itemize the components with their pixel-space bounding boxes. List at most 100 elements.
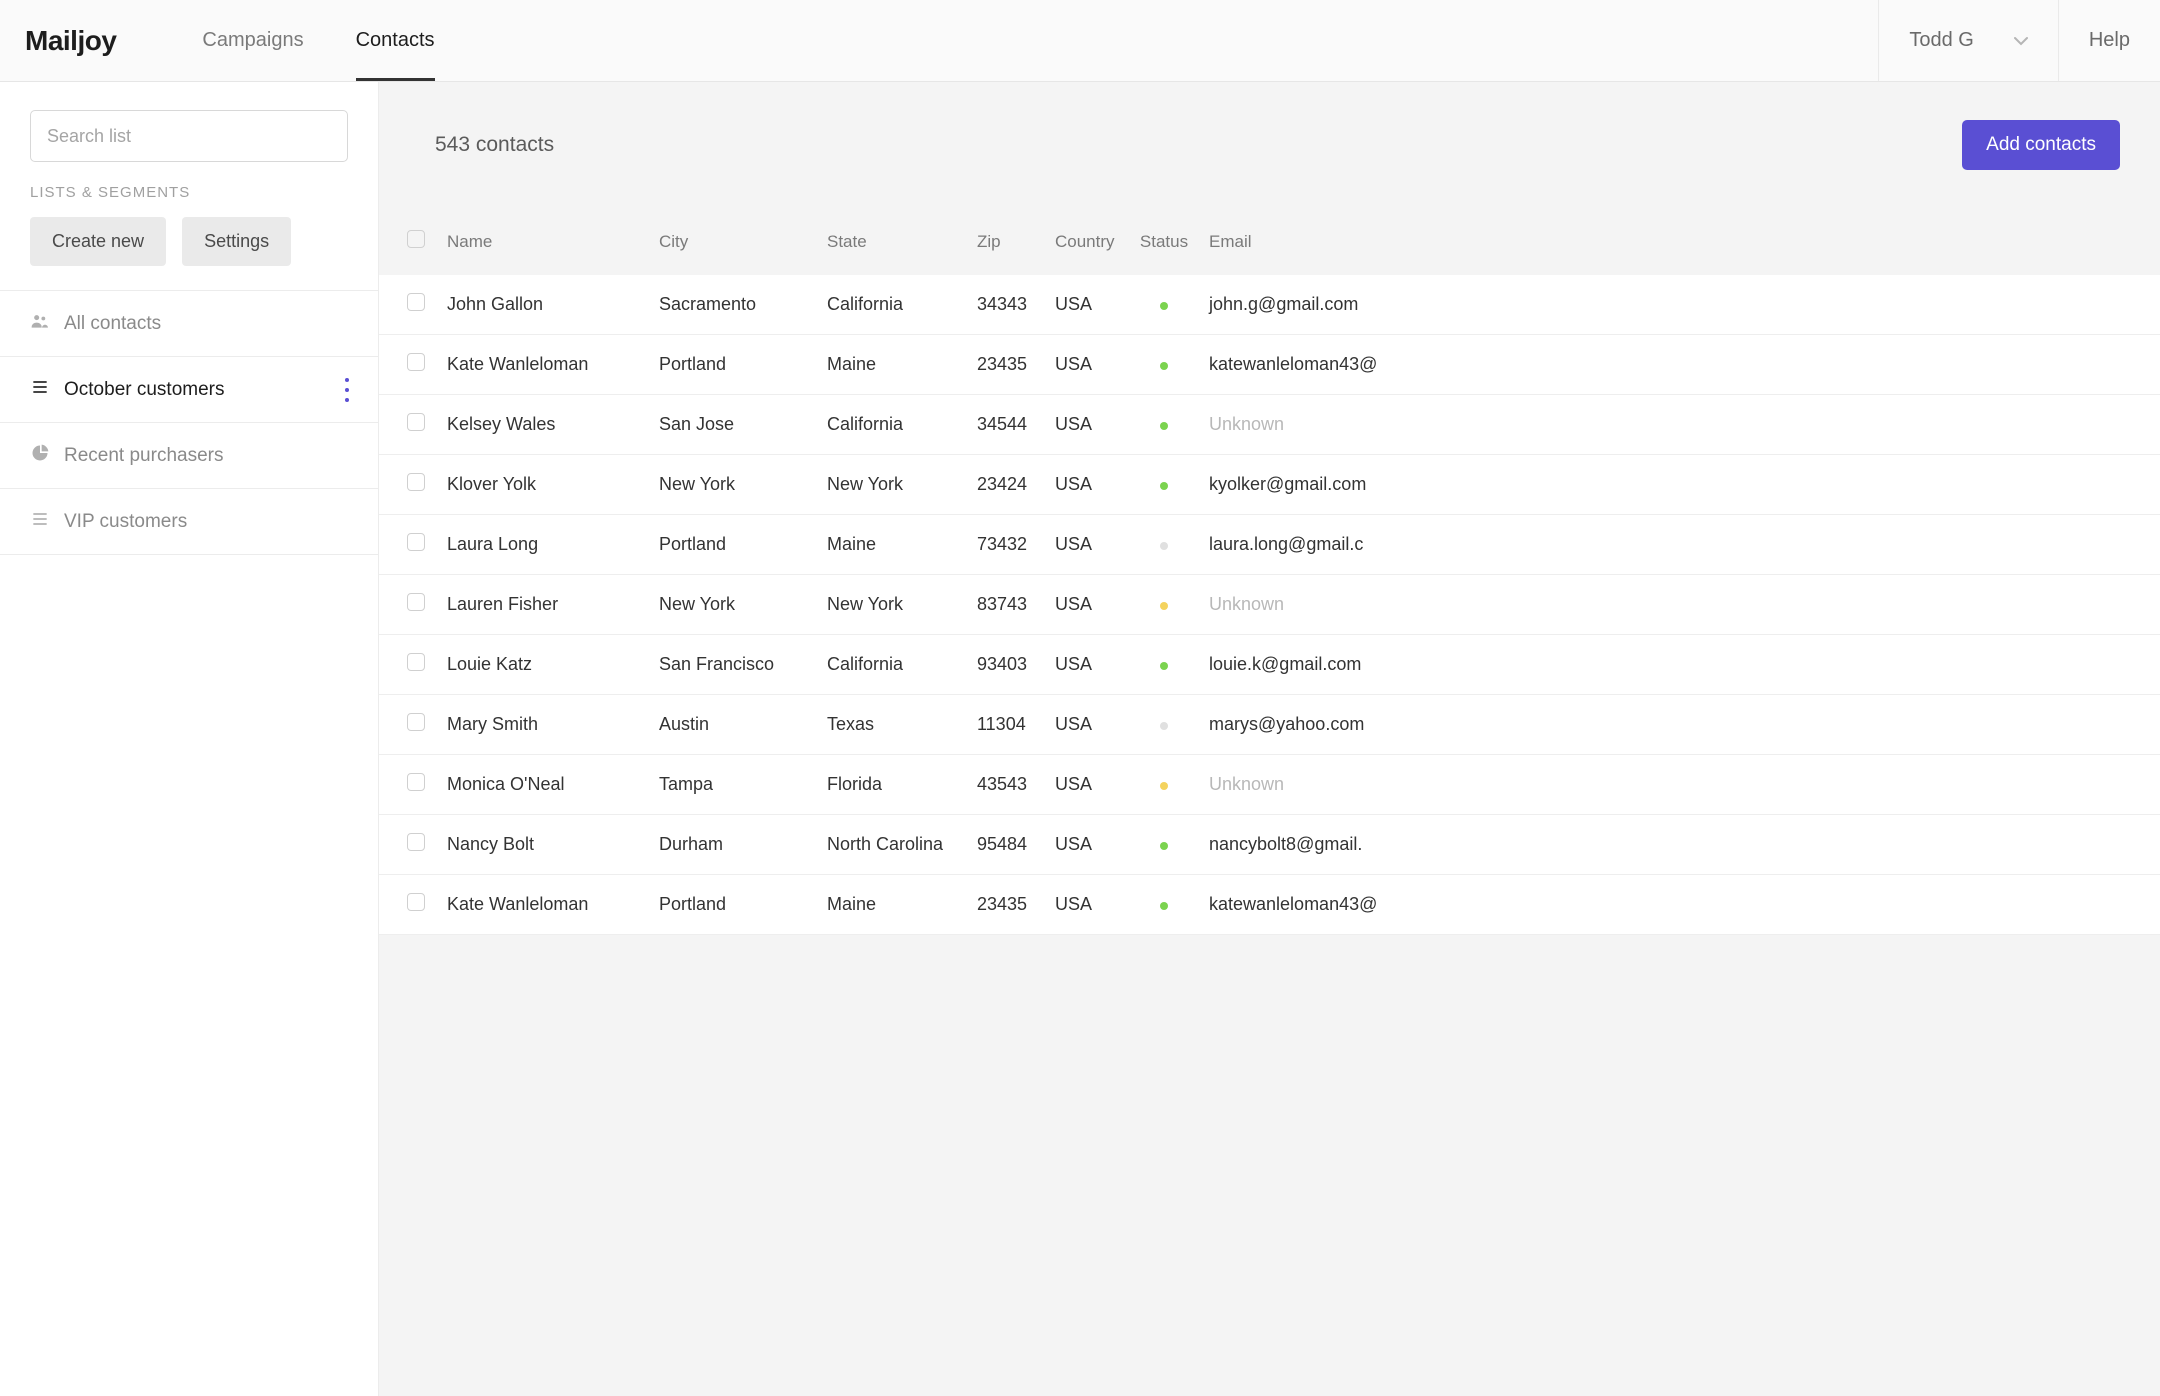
sidebar-item-october-customers[interactable]: October customers: [0, 357, 378, 423]
row-checkbox[interactable]: [407, 893, 425, 911]
select-all-checkbox[interactable]: [407, 230, 425, 248]
sidebar-item-recent-purchasers[interactable]: Recent purchasers: [0, 423, 378, 489]
more-icon[interactable]: [338, 378, 356, 402]
col-header-state[interactable]: State: [817, 212, 967, 275]
cell-country: USA: [1045, 515, 1129, 575]
chevron-down-icon: [2014, 29, 2028, 52]
status-dot-icon: [1160, 722, 1168, 730]
cell-status: [1129, 455, 1199, 515]
cell-state: Maine: [817, 875, 967, 935]
cell-name: Laura Long: [437, 515, 649, 575]
cell-state: California: [817, 635, 967, 695]
cell-zip: 23424: [967, 455, 1045, 515]
status-dot-icon: [1160, 362, 1168, 370]
table-row[interactable]: John GallonSacramentoCalifornia34343USAj…: [379, 275, 2160, 335]
list-icon: [30, 377, 50, 403]
cell-status: [1129, 275, 1199, 335]
sidebar-section-title: LISTS & SEGMENTS: [0, 184, 378, 217]
cell-status: [1129, 575, 1199, 635]
row-checkbox[interactable]: [407, 533, 425, 551]
user-menu[interactable]: Todd G: [1878, 0, 2057, 81]
row-checkbox[interactable]: [407, 593, 425, 611]
status-dot-icon: [1160, 422, 1168, 430]
status-dot-icon: [1160, 542, 1168, 550]
cell-status: [1129, 395, 1199, 455]
row-checkbox[interactable]: [407, 773, 425, 791]
sidebar-item-label: All contacts: [64, 313, 161, 335]
cell-name: Kelsey Wales: [437, 395, 649, 455]
sidebar-list: All contacts October customers Recent purc…: [0, 290, 378, 555]
cell-city: Tampa: [649, 755, 817, 815]
table-row[interactable]: Laura LongPortlandMaine73432USAlaura.lon…: [379, 515, 2160, 575]
cell-status: [1129, 875, 1199, 935]
cell-state: California: [817, 395, 967, 455]
search-input[interactable]: [30, 110, 348, 162]
cell-name: Kate Wanleloman: [437, 335, 649, 395]
cell-zip: 23435: [967, 335, 1045, 395]
sidebar-item-all-contacts[interactable]: All contacts: [0, 291, 378, 357]
add-contacts-button[interactable]: Add contacts: [1962, 120, 2120, 170]
row-checkbox[interactable]: [407, 833, 425, 851]
people-icon: [30, 311, 50, 337]
table-row[interactable]: Louie KatzSan FranciscoCalifornia93403US…: [379, 635, 2160, 695]
table-header-row: Name City State Zip Country Status Email: [379, 212, 2160, 275]
cell-city: Durham: [649, 815, 817, 875]
cell-city: Portland: [649, 875, 817, 935]
table-row[interactable]: Kate WanlelomanPortlandMaine23435USAkate…: [379, 335, 2160, 395]
cell-email: kyolker@gmail.com: [1199, 455, 2160, 515]
cell-zip: 34544: [967, 395, 1045, 455]
col-header-email[interactable]: Email: [1199, 212, 2160, 275]
nav-contacts[interactable]: Contacts: [330, 0, 461, 81]
cell-email: katewanleloman43@: [1199, 335, 2160, 395]
contacts-count: 543 contacts: [435, 133, 554, 157]
status-dot-icon: [1160, 662, 1168, 670]
sidebar-item-vip-customers[interactable]: VIP customers: [0, 489, 378, 555]
row-checkbox[interactable]: [407, 473, 425, 491]
table-row[interactable]: Monica O'NealTampaFlorida43543USAUnknown: [379, 755, 2160, 815]
help-link[interactable]: Help: [2058, 0, 2160, 81]
col-header-name[interactable]: Name: [437, 212, 649, 275]
col-header-zip[interactable]: Zip: [967, 212, 1045, 275]
row-checkbox[interactable]: [407, 413, 425, 431]
cell-name: Mary Smith: [437, 695, 649, 755]
cell-email: louie.k@gmail.com: [1199, 635, 2160, 695]
table-row[interactable]: Lauren FisherNew YorkNew York83743USAUnk…: [379, 575, 2160, 635]
col-header-country[interactable]: Country: [1045, 212, 1129, 275]
status-dot-icon: [1160, 902, 1168, 910]
table-row[interactable]: Kelsey WalesSan JoseCalifornia34544USAUn…: [379, 395, 2160, 455]
pie-icon: [30, 443, 50, 469]
row-checkbox[interactable]: [407, 353, 425, 371]
list-icon: [30, 509, 50, 535]
status-dot-icon: [1160, 302, 1168, 310]
cell-state: Maine: [817, 515, 967, 575]
cell-status: [1129, 515, 1199, 575]
cell-zip: 43543: [967, 755, 1045, 815]
row-checkbox[interactable]: [407, 653, 425, 671]
topbar: Mailjoy Campaigns Contacts Todd G Help: [0, 0, 2160, 82]
nav-campaigns[interactable]: Campaigns: [176, 0, 329, 81]
col-header-status[interactable]: Status: [1129, 212, 1199, 275]
col-header-city[interactable]: City: [649, 212, 817, 275]
cell-zip: 11304: [967, 695, 1045, 755]
cell-status: [1129, 695, 1199, 755]
table-row[interactable]: Mary SmithAustinTexas11304USAmarys@yahoo…: [379, 695, 2160, 755]
table-row[interactable]: Klover YolkNew YorkNew York23424USAkyolk…: [379, 455, 2160, 515]
cell-city: San Francisco: [649, 635, 817, 695]
table-row[interactable]: Kate WanlelomanPortlandMaine23435USAkate…: [379, 875, 2160, 935]
cell-name: Louie Katz: [437, 635, 649, 695]
cell-zip: 93403: [967, 635, 1045, 695]
cell-name: Nancy Bolt: [437, 815, 649, 875]
table-row[interactable]: Nancy BoltDurhamNorth Carolina95484USAna…: [379, 815, 2160, 875]
cell-country: USA: [1045, 755, 1129, 815]
logo: Mailjoy: [25, 25, 116, 57]
create-new-button[interactable]: Create new: [30, 217, 166, 266]
sidebar: LISTS & SEGMENTS Create new Settings All…: [0, 82, 379, 1396]
cell-status: [1129, 815, 1199, 875]
cell-status: [1129, 755, 1199, 815]
cell-state: California: [817, 275, 967, 335]
row-checkbox[interactable]: [407, 293, 425, 311]
settings-button[interactable]: Settings: [182, 217, 291, 266]
row-checkbox[interactable]: [407, 713, 425, 731]
sidebar-item-label: Recent purchasers: [64, 445, 223, 467]
cell-city: New York: [649, 575, 817, 635]
